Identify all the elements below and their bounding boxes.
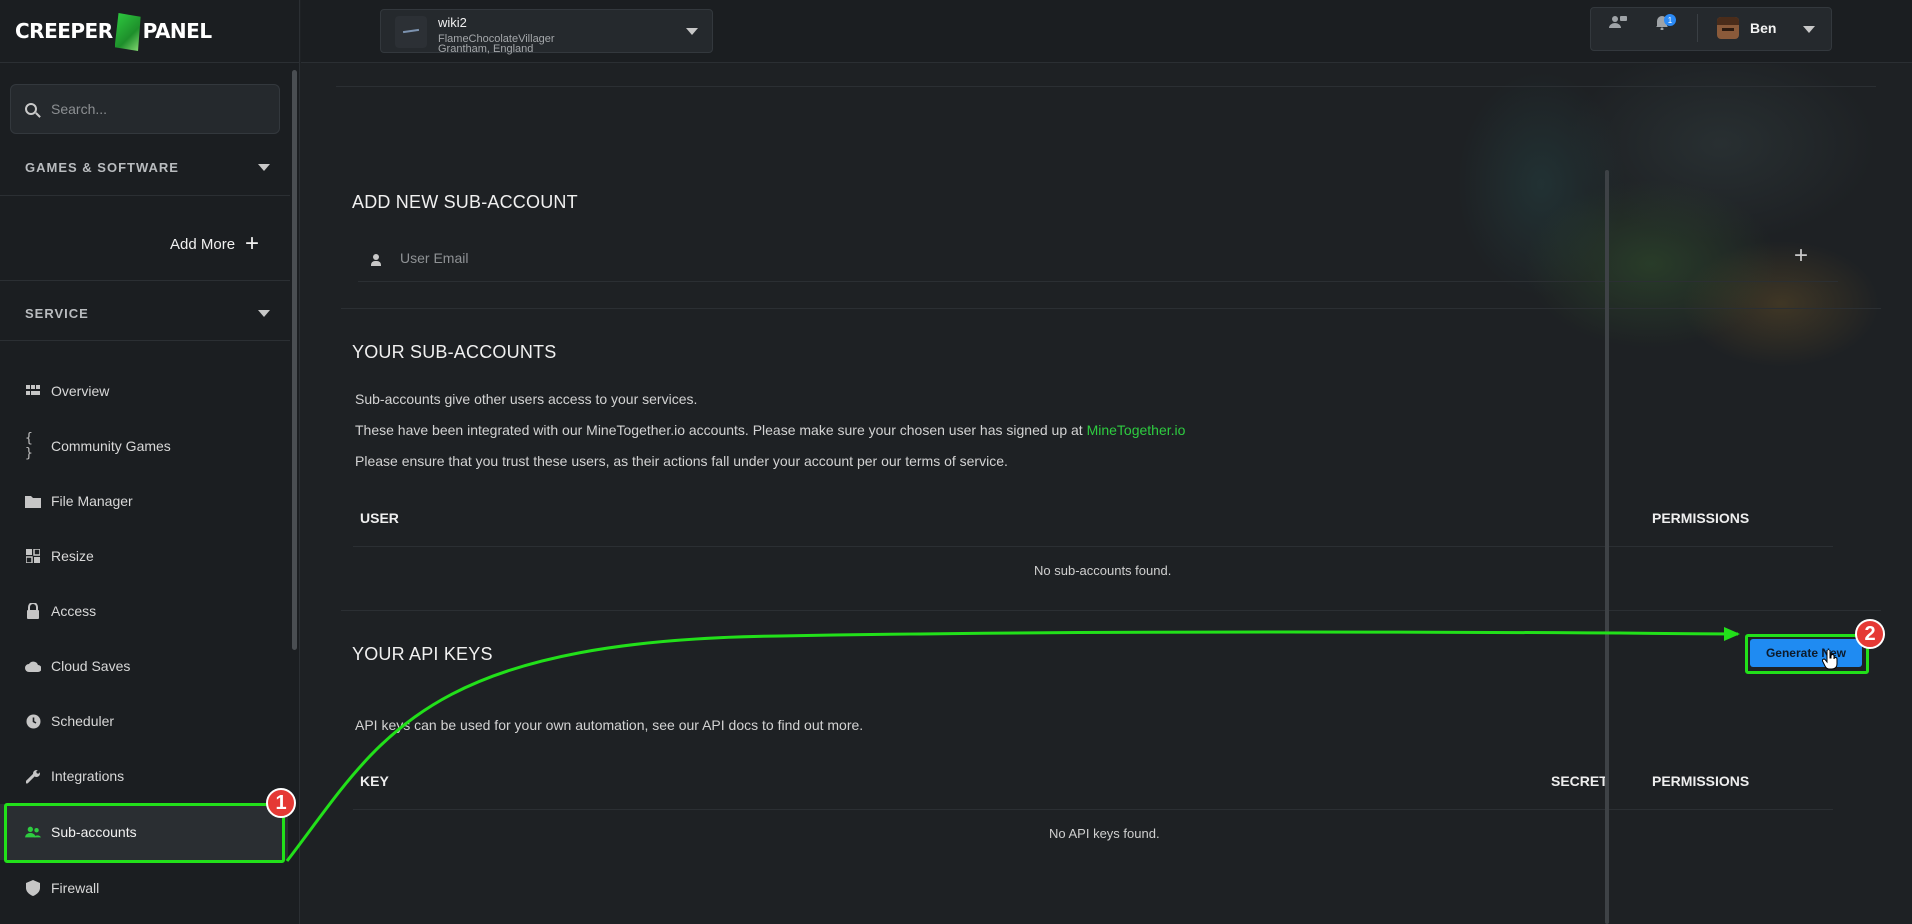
resize-icon (25, 548, 41, 564)
add-subaccount-button[interactable]: + (1794, 244, 1808, 268)
main-content: ADD NEW SUB-ACCOUNT + YOUR SUB-ACCOUNTS … (301, 64, 1902, 924)
search-input[interactable] (51, 101, 251, 117)
sidebar-item-resize[interactable]: Resize (25, 548, 94, 564)
chevron-down-icon (258, 310, 270, 317)
sidebar-scrollbar[interactable] (292, 70, 297, 650)
server-name: wiki2 (438, 15, 467, 30)
folder-icon (25, 493, 41, 509)
sidebar-item-file-manager[interactable]: File Manager (25, 493, 133, 509)
sidebar-item-community-games[interactable]: { } Community Games (25, 431, 171, 461)
games-section-label: GAMES & SOFTWARE (25, 160, 179, 175)
sidebar-item-label: Community Games (51, 438, 171, 454)
subaccounts-title: YOUR SUB-ACCOUNTS (352, 342, 557, 362)
step-2-marker: 2 (1855, 619, 1885, 649)
sidebar-search[interactable] (10, 84, 280, 134)
server-location: Grantham, England (438, 43, 534, 55)
divider (341, 610, 1881, 611)
column-header-user[interactable]: USER (360, 510, 399, 526)
column-header-permissions[interactable]: PERMISSIONS (1652, 510, 1749, 526)
highlight-box-sidebar (4, 803, 285, 863)
divider (0, 340, 290, 341)
sidebar-item-label: Resize (51, 548, 94, 564)
shield-icon (25, 880, 41, 896)
divider (0, 280, 290, 281)
braces-icon: { } (25, 431, 33, 461)
step-1-marker: 1 (266, 788, 296, 818)
column-header-secret[interactable]: SECRET (1551, 773, 1608, 789)
logo-text-left: CREEPER (15, 19, 113, 43)
sidebar: CREEPER PANEL GAMES & SOFTWARE Add More … (0, 0, 300, 924)
clock-icon (25, 713, 41, 729)
chevron-down-icon (258, 164, 270, 171)
avatar[interactable] (1717, 17, 1739, 39)
column-header-key[interactable]: KEY (360, 773, 389, 789)
subaccounts-description-3: Please ensure that you trust these users… (355, 453, 1008, 469)
add-more-button[interactable]: Add More + (170, 232, 259, 256)
highlight-box-button (1745, 634, 1869, 674)
search-icon (25, 103, 37, 115)
sidebar-item-label: Integrations (51, 768, 125, 784)
empty-subaccounts-message: No sub-accounts found. (1034, 563, 1172, 578)
sidebar-item-label: Access (51, 603, 97, 619)
sidebar-item-label: Cloud Saves (51, 658, 131, 674)
sidebar-item-scheduler[interactable]: Scheduler (25, 713, 114, 729)
creeper-logo-icon (114, 13, 141, 51)
friends-icon[interactable] (1609, 13, 1627, 31)
hand-cursor-icon (1821, 649, 1838, 676)
user-email-input[interactable] (400, 250, 1700, 266)
logo[interactable]: CREEPER PANEL (0, 0, 299, 63)
sidebar-item-label: Scheduler (51, 713, 115, 729)
sidebar-item-firewall[interactable]: Firewall (25, 880, 99, 896)
column-header-permissions[interactable]: PERMISSIONS (1652, 773, 1749, 789)
sidebar-item-label: Overview (51, 383, 110, 399)
subaccounts-description-2: These have been integrated with our Mine… (355, 422, 1186, 438)
sidebar-item-label: File Manager (51, 493, 133, 509)
api-keys-description: API keys can be used for your own automa… (355, 717, 864, 733)
chevron-down-icon[interactable] (1803, 26, 1815, 33)
sidebar-item-cloud-saves[interactable]: Cloud Saves (25, 658, 130, 674)
minetogether-link[interactable]: MineTogether.io (1087, 422, 1186, 438)
cloud-icon (25, 658, 41, 674)
service-section-header[interactable]: SERVICE (25, 306, 270, 321)
user-name[interactable]: Ben (1750, 20, 1776, 36)
grid-icon (25, 383, 41, 399)
user-icon (371, 254, 381, 266)
games-section-header[interactable]: GAMES & SOFTWARE (25, 160, 270, 175)
logo-text-right: PANEL (142, 19, 212, 43)
divider (1697, 14, 1698, 42)
api-keys-title: YOUR API KEYS (352, 644, 493, 664)
add-subaccount-title: ADD NEW SUB-ACCOUNT (352, 192, 578, 212)
divider (341, 308, 1881, 309)
divider (0, 195, 290, 196)
divider (353, 546, 1833, 547)
divider (353, 809, 1833, 810)
divider (336, 86, 1876, 87)
server-selector[interactable]: wiki2 FlameChocolateVillager Grantham, E… (380, 9, 713, 55)
sidebar-item-access[interactable]: Access (25, 603, 96, 619)
main-scrollbar[interactable] (1605, 170, 1609, 924)
server-thumbnail (395, 16, 427, 48)
wrench-icon (25, 768, 41, 784)
plus-icon: + (245, 230, 260, 257)
add-more-label: Add More (170, 235, 236, 253)
subaccounts-description-1: Sub-accounts give other users access to … (355, 391, 698, 407)
chevron-down-icon[interactable] (686, 28, 698, 35)
sidebar-item-integrations[interactable]: Integrations (25, 768, 124, 784)
add-subaccount-form: + (358, 240, 1838, 282)
sidebar-item-label: Firewall (51, 880, 100, 896)
sidebar-item-overview[interactable]: Overview (25, 383, 109, 399)
lock-icon (25, 603, 41, 619)
notification-badge: 1 (1664, 14, 1676, 26)
empty-api-keys-message: No API keys found. (1049, 826, 1160, 841)
service-section-label: SERVICE (25, 306, 89, 321)
